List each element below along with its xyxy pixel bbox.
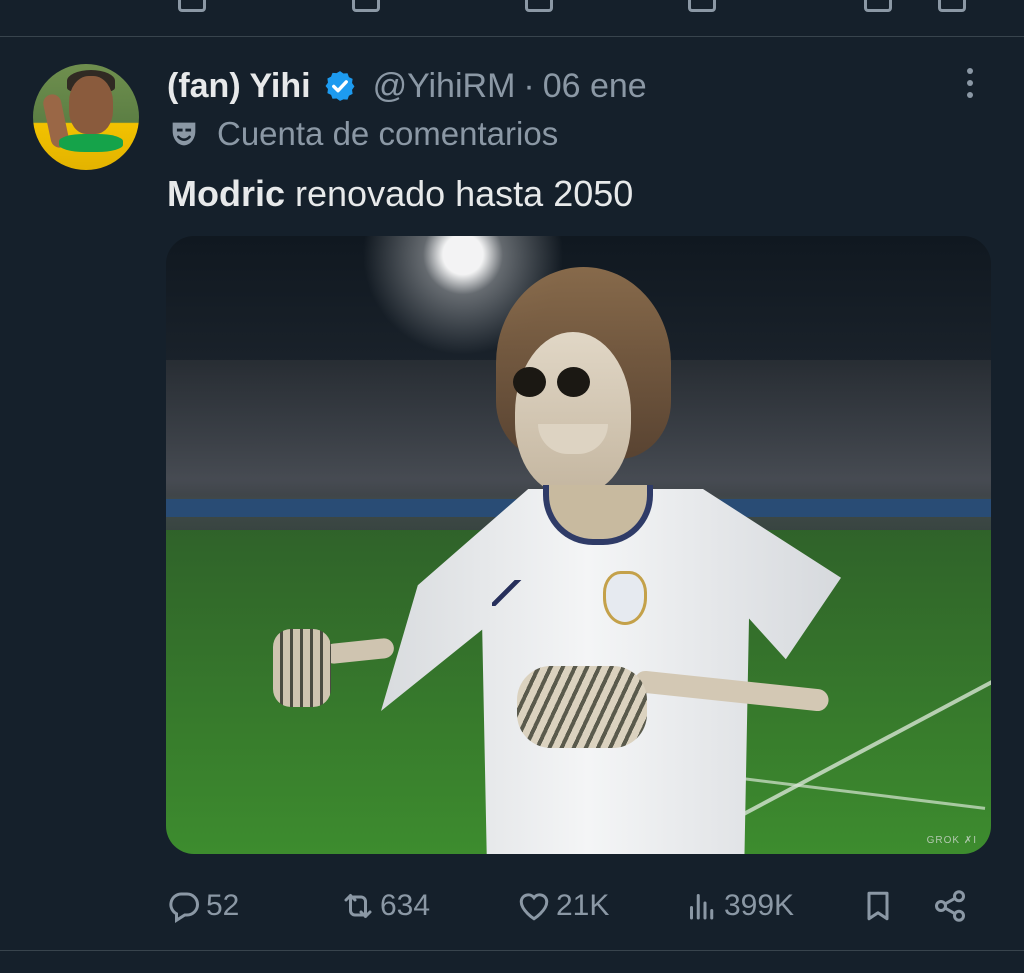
account-label-text: Cuenta de comentarios — [217, 115, 559, 152]
tweet[interactable]: (fan) Yihi @YihiRM · 06 ene Cuenta de co… — [0, 37, 1024, 950]
mask-icon — [172, 122, 196, 146]
tweet-date[interactable]: 06 ene — [543, 67, 647, 106]
account-label: Cuenta de comentarios — [167, 115, 558, 153]
views-icon[interactable] — [688, 0, 716, 12]
like-button[interactable]: 21K — [516, 879, 609, 933]
verified-badge-icon — [325, 71, 355, 101]
repost-icon — [344, 894, 372, 918]
image-left-hand — [273, 629, 331, 707]
tweet-text: Modric renovado hasta 2050 — [167, 173, 633, 215]
author-handle[interactable]: @YihiRM — [373, 67, 516, 106]
image-left-arm — [323, 637, 395, 665]
views-icon — [690, 894, 714, 920]
separator-dot: · — [523, 66, 535, 105]
like-icon — [519, 893, 549, 921]
repost-icon[interactable] — [352, 0, 380, 12]
tweet-action-bar: 52 634 21K 399K — [166, 879, 976, 933]
bookmark-icon — [867, 891, 889, 921]
repost-button[interactable]: 634 — [340, 879, 430, 933]
image-skull — [515, 332, 631, 494]
image-watermark: GROK ✗I — [926, 835, 977, 846]
reply-count: 52 — [206, 889, 240, 922]
reply-button[interactable]: 52 — [166, 879, 239, 933]
reply-icon[interactable] — [178, 0, 206, 12]
views-button[interactable]: 399K — [684, 879, 794, 933]
bookmark-icon[interactable] — [864, 0, 892, 12]
view-count: 399K — [724, 889, 795, 922]
avatar-shirt — [59, 134, 123, 152]
share-icon — [935, 890, 965, 922]
avatar-face — [69, 76, 113, 134]
tweet-text-bold: Modric — [167, 173, 286, 214]
reply-icon — [169, 892, 199, 923]
bookmark-button[interactable] — [860, 879, 896, 933]
previous-tweet-action-bar — [0, 0, 1024, 37]
tweet-text-rest: renovado hasta 2050 — [285, 173, 634, 214]
share-icon[interactable] — [938, 0, 966, 12]
tweet-image[interactable]: GROK ✗I — [166, 236, 991, 854]
image-eye-socket — [513, 367, 546, 397]
author-name[interactable]: (fan) Yihi — [167, 67, 311, 106]
like-icon[interactable] — [525, 0, 553, 12]
image-club-crest — [603, 571, 647, 625]
share-button[interactable] — [932, 879, 968, 933]
image-brand-logo — [492, 580, 522, 606]
repost-count: 634 — [380, 889, 431, 922]
tweet-header: (fan) Yihi @YihiRM · 06 ene — [167, 64, 647, 108]
like-count: 21K — [556, 889, 610, 922]
image-right-hand — [517, 666, 647, 748]
more-icon[interactable] — [958, 68, 982, 104]
tweet-divider — [0, 950, 1024, 951]
avatar[interactable] — [33, 64, 139, 170]
image-eye-socket — [557, 367, 590, 397]
